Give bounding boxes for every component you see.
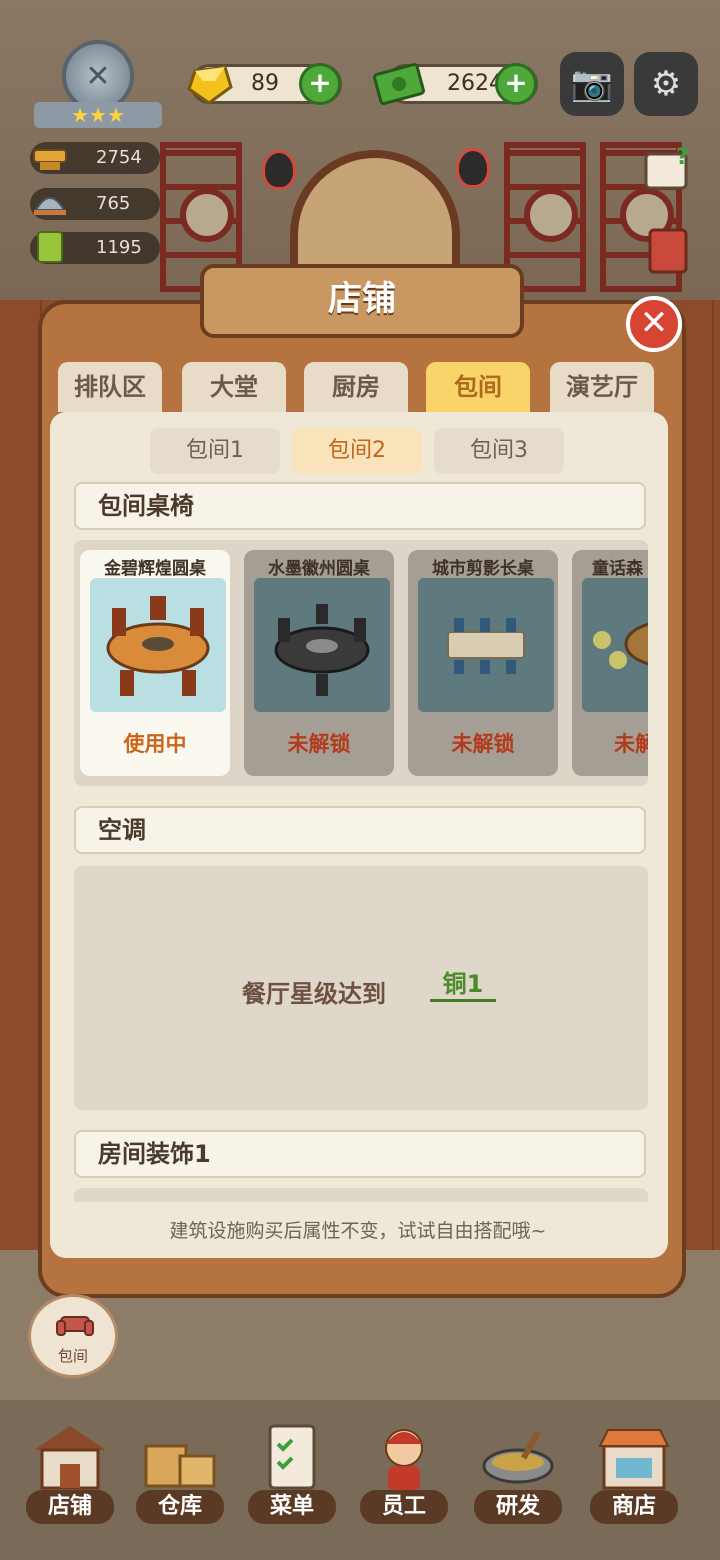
nav-label: 店铺 [26, 1490, 114, 1524]
stat-dishes: 765 [30, 188, 160, 220]
table-card[interactable]: 童话森 未解 [572, 550, 648, 776]
wok-icon [482, 1430, 554, 1484]
card-status: 未解锁 [451, 732, 515, 756]
area-tabs: 排队区 大堂 厨房 包间 演艺厅 [58, 362, 658, 412]
bottom-nav: 店铺 仓库 菜单 员工 研发 商店 [0, 1410, 720, 1530]
help-book-icon[interactable]: ? [640, 140, 696, 196]
cloche-icon [34, 197, 66, 215]
card-name: 童话森 [592, 559, 643, 579]
nav-label: 菜单 [248, 1490, 336, 1524]
room-subtabs: 包间1 包间2 包间3 [150, 428, 570, 474]
gear-icon: ⚙ [650, 64, 682, 104]
shortcut-label: 包间 [57, 1347, 88, 1365]
nav-menu[interactable]: 菜单 [244, 1410, 340, 1528]
svg-text:?: ? [676, 145, 689, 170]
long-table-image [418, 578, 554, 712]
nav-research[interactable]: 研发 [470, 1410, 566, 1528]
close-icon: ✕ [639, 303, 669, 343]
tab-private-room[interactable]: 包间 [426, 362, 530, 412]
subtab-room-3[interactable]: 包间3 [434, 428, 564, 474]
card-name: 城市剪影长桌 [432, 559, 534, 579]
subtab-room-1[interactable]: 包间1 [150, 428, 280, 474]
camera-icon: 📷 [570, 64, 614, 104]
opera-mask-icon [262, 150, 296, 190]
card-name: 金碧辉煌圆桌 [104, 559, 206, 579]
fairytale-table-image [582, 578, 648, 712]
tab-queue-area[interactable]: 排队区 [58, 362, 162, 412]
card-status: 未解锁 [287, 732, 351, 756]
restaurant-rank-badge[interactable]: ✕ ★★★ [34, 40, 162, 130]
unlock-requirement-value: 铜1 [430, 964, 496, 1002]
store-front-icon [598, 1429, 670, 1490]
decor-item-area [74, 1188, 648, 1202]
stat-menu: 1195 [30, 231, 160, 264]
boxes-icon [144, 1444, 216, 1488]
settings-button[interactable]: ⚙ [634, 52, 698, 116]
tray-icon [33, 149, 67, 170]
add-gems-button[interactable]: + [299, 63, 341, 105]
star-rating: ★★★ [34, 102, 162, 128]
nav-staff[interactable]: 员工 [356, 1410, 452, 1528]
cash-counter: 2624 + [373, 62, 538, 106]
section-header-tables: 包间桌椅 [74, 482, 646, 530]
subtab-room-2[interactable]: 包间2 [292, 428, 422, 474]
close-button[interactable]: ✕ [626, 296, 682, 352]
card-name: 水墨徽州圆桌 [268, 559, 370, 579]
nav-shop[interactable]: 店铺 [22, 1410, 118, 1528]
unlock-requirement-label: 餐厅星级达到 [242, 980, 386, 1008]
staff-character-icon [385, 1429, 423, 1490]
nav-label: 仓库 [136, 1490, 224, 1524]
gem-counter: 89 + [187, 63, 342, 105]
table-card-list[interactable]: 金碧辉煌圆桌 使用中 水墨徽州圆桌 未解锁 城市剪影长桌 未解锁 童话森 未解 [74, 540, 648, 786]
tip-text: 建筑设施购买后属性不变，试试自由搭配哦~ [169, 1220, 547, 1242]
stat-reputation: 2754 [30, 142, 160, 174]
section-header-ac: 空调 [74, 806, 646, 854]
private-room-shortcut-button[interactable]: 包间 [28, 1294, 118, 1378]
table-card[interactable]: 城市剪影长桌 未解锁 [408, 550, 558, 776]
sofa-icon [56, 1316, 94, 1336]
ink-round-table-image [254, 578, 390, 712]
clipboard-icon [268, 1424, 316, 1490]
table-card[interactable]: 金碧辉煌圆桌 使用中 [80, 550, 230, 776]
shop-building-icon [34, 1426, 106, 1490]
dialog-title: 店铺 [200, 264, 524, 338]
round-table-image [90, 578, 226, 712]
camera-button[interactable]: 📷 [560, 52, 624, 116]
tab-lobby[interactable]: 大堂 [182, 362, 286, 412]
section-header-decor: 房间装饰1 [74, 1130, 646, 1178]
stat-value: 765 [96, 193, 131, 214]
recipe-book-icon[interactable] [640, 222, 696, 278]
ac-locked-area: 餐厅星级达到 铜1 [74, 866, 648, 1110]
add-cash-button[interactable]: + [495, 63, 537, 105]
gem-value: 89 [251, 71, 279, 96]
cash-icon [373, 62, 425, 106]
nav-store[interactable]: 商店 [586, 1410, 682, 1528]
stat-value: 2754 [96, 147, 142, 168]
nav-label: 研发 [474, 1490, 562, 1524]
table-card[interactable]: 水墨徽州圆桌 未解锁 [244, 550, 394, 776]
card-status: 使用中 [123, 732, 187, 756]
gem-icon [187, 65, 233, 105]
tab-kitchen[interactable]: 厨房 [304, 362, 408, 412]
card-status: 未解 [614, 732, 648, 756]
menu-book-icon [37, 231, 63, 263]
tab-performance-hall[interactable]: 演艺厅 [550, 362, 654, 412]
stat-value: 1195 [96, 237, 142, 258]
opera-mask-icon [456, 148, 490, 188]
nav-warehouse[interactable]: 仓库 [132, 1410, 228, 1528]
nav-label: 商店 [590, 1490, 678, 1524]
nav-label: 员工 [360, 1490, 448, 1524]
